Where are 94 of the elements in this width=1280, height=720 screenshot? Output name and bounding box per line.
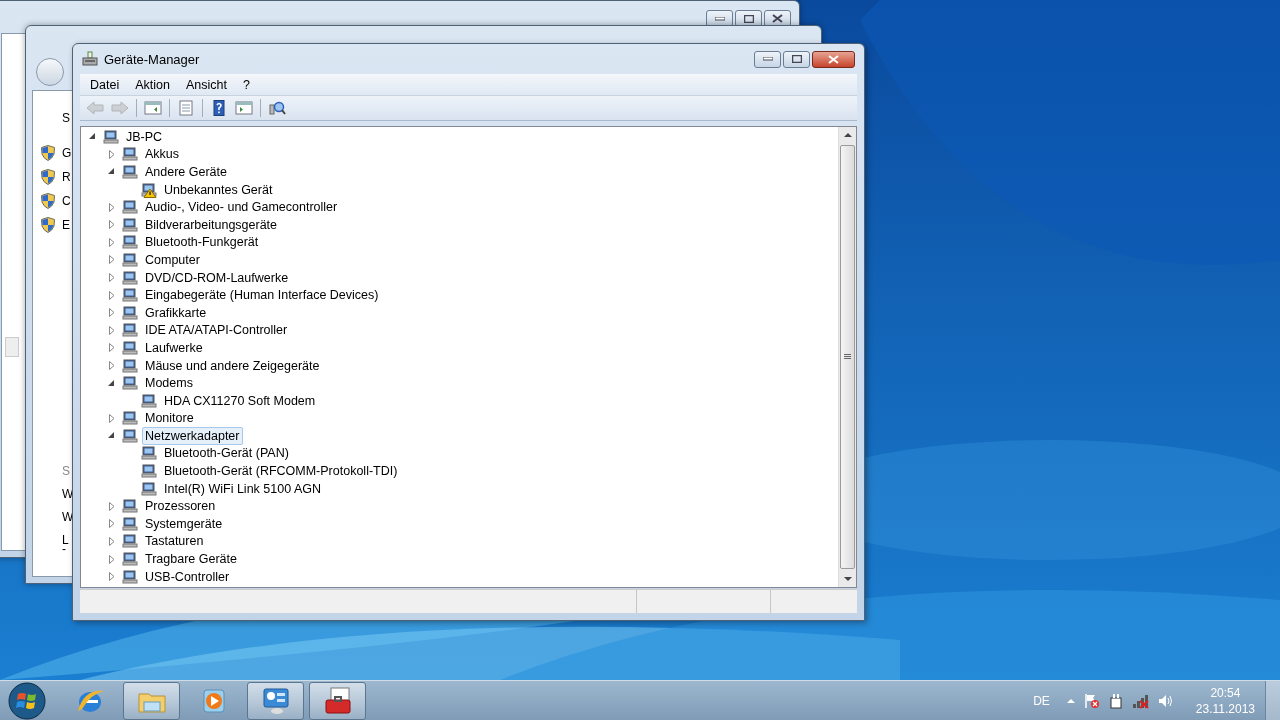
expand-arrow-icon[interactable] — [108, 519, 116, 529]
expand-arrow-icon[interactable] — [108, 149, 116, 159]
window-icon — [235, 100, 253, 116]
tree-item[interactable]: Computer — [142, 250, 203, 269]
grip-icon — [844, 354, 851, 360]
menu-item[interactable]: Ansicht — [177, 75, 235, 94]
right-arrow-icon — [111, 100, 129, 116]
app-icon — [82, 51, 98, 67]
tree-item[interactable]: Tastaturen — [142, 532, 207, 551]
expand-arrow-icon[interactable] — [108, 554, 116, 564]
expand-arrow-icon[interactable] — [108, 343, 116, 353]
expand-arrow-icon[interactable] — [108, 501, 116, 511]
tree-item[interactable]: USB-Controller — [142, 567, 233, 586]
tree-item[interactable]: JB-PC — [123, 127, 166, 146]
task-link[interactable]: L — [62, 532, 69, 547]
expand-arrow-icon[interactable] — [108, 536, 116, 546]
minimize-button[interactable] — [754, 50, 781, 68]
expand-arrow-icon[interactable] — [108, 308, 116, 318]
menu-item[interactable]: Aktion — [127, 75, 178, 94]
tree-item[interactable]: Netzwerkadapter — [142, 426, 243, 445]
section-heading: S — [62, 111, 70, 125]
close-icon — [772, 14, 783, 23]
tree-item[interactable]: HDA CX11270 Soft Modem — [161, 391, 319, 410]
tree-item[interactable]: Prozessoren — [142, 497, 219, 516]
expand-arrow-icon[interactable] — [108, 361, 116, 370]
minimize-icon — [714, 16, 725, 21]
expand-arrow-icon[interactable] — [108, 290, 116, 300]
menu-item[interactable]: ? — [234, 75, 258, 94]
shield-icon — [41, 145, 55, 161]
task-link[interactable]: C — [62, 194, 71, 208]
document-icon — [177, 100, 195, 116]
flag-icon[interactable] — [1083, 692, 1100, 709]
task-link[interactable]: R — [62, 170, 71, 184]
tree-item[interactable]: Mäuse und andere Zeigegeräte — [142, 356, 323, 375]
expand-arrow-icon[interactable] — [108, 237, 116, 247]
expand-arrow-icon[interactable] — [108, 413, 116, 423]
expand-arrow-icon[interactable] — [108, 325, 116, 335]
help-icon — [210, 100, 228, 116]
power-plug-icon[interactable] — [1107, 692, 1124, 709]
close-button[interactable] — [812, 50, 855, 68]
window-icon — [144, 100, 162, 116]
tree-item[interactable]: IDE ATA/ATAPI-Controller — [142, 321, 291, 340]
scroll-thumb[interactable] — [840, 145, 855, 569]
shield-icon — [41, 193, 55, 209]
collapse-arrow-icon[interactable] — [108, 167, 116, 177]
tree-item[interactable]: Intel(R) WiFi Link 5100 AGN — [161, 479, 324, 498]
device-manager-button[interactable] — [309, 681, 366, 720]
maximize-button[interactable] — [783, 50, 810, 68]
network-signal-icon[interactable] — [1131, 692, 1150, 709]
maximize-icon — [743, 14, 754, 23]
tree-item[interactable]: Audio-, Video- und Gamecontroller — [142, 198, 341, 217]
expand-arrow-icon[interactable] — [108, 572, 116, 582]
task-link[interactable]: E — [62, 218, 70, 232]
expand-arrow-icon[interactable] — [108, 255, 116, 265]
shield-icon — [41, 217, 55, 233]
task-link[interactable]: G — [62, 146, 72, 160]
maximize-icon — [791, 55, 802, 63]
collapse-arrow-icon[interactable] — [89, 132, 97, 142]
minimize-icon — [762, 57, 773, 61]
tree-item[interactable]: Unbekanntes Gerät — [161, 180, 276, 199]
close-icon — [828, 54, 839, 64]
expand-arrow-icon[interactable] — [108, 202, 116, 212]
tree-item[interactable]: Bildverarbeitungsgeräte — [142, 215, 281, 234]
expand-arrow-icon[interactable] — [108, 220, 116, 230]
tree-item[interactable]: Andere Geräte — [142, 163, 230, 181]
show-hidden-icons-icon[interactable] — [1065, 696, 1076, 705]
tree-item[interactable]: Akkus — [142, 145, 183, 164]
tree-item[interactable]: Grafikkarte — [142, 303, 210, 322]
start-button[interactable] — [7, 680, 47, 720]
explorer-button[interactable] — [123, 681, 180, 720]
tree-item[interactable]: DVD/CD-ROM-Laufwerke — [142, 268, 292, 287]
collapse-arrow-icon[interactable] — [108, 431, 116, 441]
tree-item[interactable]: Monitore — [142, 409, 197, 428]
console-tree-button[interactable] — [142, 98, 164, 118]
control-panel-button[interactable] — [247, 681, 304, 720]
shield-icon — [41, 169, 55, 185]
tree-item[interactable]: Modems — [142, 374, 196, 393]
window-title: Geräte-Manager — [104, 51, 200, 67]
tree-item[interactable]: Tragbare Geräte — [142, 550, 240, 569]
magnifier-icon — [268, 100, 286, 116]
back-button[interactable] — [36, 58, 64, 86]
section-heading: S — [62, 463, 70, 478]
tree-item[interactable]: Laufwerke — [142, 338, 206, 357]
tree-item[interactable]: Bluetooth-Gerät (PAN) — [161, 444, 292, 463]
left-arrow-icon — [86, 100, 104, 116]
tree-item[interactable]: Bluetooth-Gerät (RFCOMM-Protokoll-TDI) — [161, 462, 401, 481]
tree-item[interactable]: Eingabegeräte (Human Interface Devices) — [142, 286, 382, 305]
menu-item[interactable]: Datei — [82, 75, 128, 94]
tree-item[interactable]: Systemgeräte — [142, 514, 226, 533]
show-desktop-button[interactable] — [1265, 680, 1280, 720]
collapse-arrow-icon[interactable] — [108, 378, 116, 388]
tree-item[interactable]: Bluetooth-Funkgerät — [142, 233, 262, 252]
expand-arrow-icon[interactable] — [108, 273, 116, 283]
scrollbar[interactable] — [838, 127, 856, 587]
